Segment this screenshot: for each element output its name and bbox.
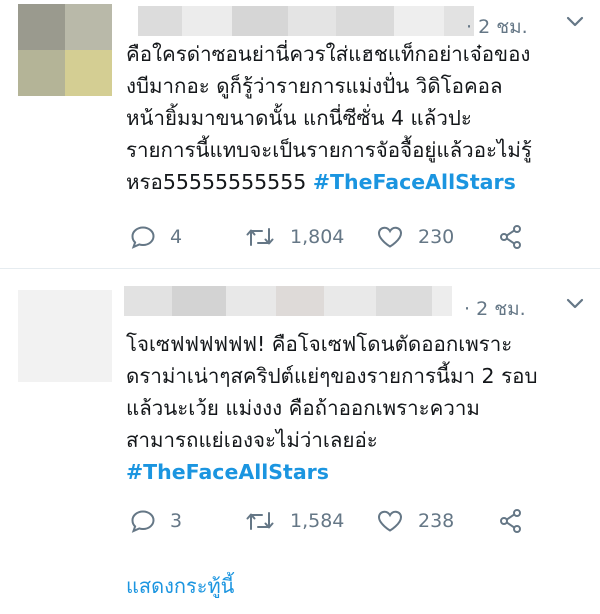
hashtag-link[interactable]: #TheFaceAllStars — [313, 170, 516, 194]
tweet-actions: 3 1,584 238 — [126, 506, 596, 536]
tweet-text: คือใครด่าซอนย่านี่ควรใส่แฮชแท็กอย่าเจ๋อข… — [126, 38, 596, 198]
tweet-line: สามารถแย่เองจะไม่ว่าเลยอ่ะ — [126, 428, 378, 452]
retweet-button[interactable]: 1,584 — [244, 506, 344, 536]
reply-icon — [131, 226, 155, 249]
tweet-actions: 4 1,804 230 — [126, 222, 596, 252]
heart-icon — [377, 226, 403, 248]
retweet-count: 1,804 — [290, 226, 345, 248]
tweet-line: รายการนี้แทบจะเป็นรายการจัอจื้อยู่แล้วอะ… — [126, 138, 532, 162]
reply-count: 3 — [170, 510, 183, 532]
tweet-text: โจเซฟฟฟฟฟฟ! คือโจเซฟโดนตัดออกเพราะ ดราม่… — [126, 328, 596, 488]
author-name-blurred[interactable] — [124, 6, 474, 36]
share-button[interactable] — [498, 222, 524, 252]
avatar[interactable] — [18, 4, 112, 96]
reply-button[interactable]: 4 — [130, 222, 182, 252]
tweet-line: คือใครด่าซอนย่านี่ควรใส่แฮชแท็กอย่าเจ๋อข… — [126, 42, 531, 66]
like-count: 238 — [418, 510, 455, 532]
tweet[interactable]: · 2 ชม. คือใครด่าซอนย่านี่ควรใส่แฮชแท็กอ… — [0, 0, 600, 268]
like-button[interactable]: 230 — [376, 222, 454, 252]
tweet-timestamp[interactable]: · 2 ชม. — [464, 294, 526, 324]
retweet-icon — [246, 512, 274, 530]
chevron-down-icon[interactable] — [566, 16, 584, 28]
retweet-count: 1,584 — [290, 510, 345, 532]
tweet-divider — [0, 268, 600, 269]
tweet-line: หน้ายิ้มมาขนาดนั้น แกนี่ซีซั่น 4 แล้วปะ — [126, 106, 472, 130]
reply-count: 4 — [170, 226, 183, 248]
like-button[interactable]: 238 — [376, 506, 454, 536]
share-icon — [500, 509, 521, 533]
heart-icon — [377, 510, 403, 532]
like-count: 230 — [418, 226, 455, 248]
tweet-line: งบีมากอะ ดูก็รู้ว่ารายการแม่งปั่น วิดิโอ… — [126, 74, 503, 98]
show-thread-link[interactable]: แสดงกระทู้นี้ — [126, 570, 234, 602]
tweet-line: ดราม่าเน่าๆสคริปต์แย่ๆของรายการนี้มา 2 ร… — [126, 364, 538, 388]
tweet-line: แล้วนะเว้ย แม่งงง คือถ้าออกเพราะความ — [126, 396, 480, 420]
retweet-icon — [246, 228, 274, 246]
avatar[interactable] — [18, 290, 112, 382]
share-button[interactable] — [498, 506, 524, 536]
tweet-line: โจเซฟฟฟฟฟฟ! คือโจเซฟโดนตัดออกเพราะ — [126, 332, 513, 356]
chevron-down-icon[interactable] — [566, 298, 584, 310]
tweet-line: หรอ55555555555 — [126, 170, 313, 194]
reply-button[interactable]: 3 — [130, 506, 182, 536]
author-name-blurred[interactable] — [124, 286, 452, 316]
retweet-button[interactable]: 1,804 — [244, 222, 344, 252]
share-icon — [500, 225, 521, 249]
reply-icon — [131, 510, 155, 533]
hashtag-link[interactable]: #TheFaceAllStars — [126, 460, 329, 484]
tweet[interactable]: · 2 ชม. โจเซฟฟฟฟฟฟ! คือโจเซฟโดนตัดออกเพร… — [0, 270, 600, 552]
